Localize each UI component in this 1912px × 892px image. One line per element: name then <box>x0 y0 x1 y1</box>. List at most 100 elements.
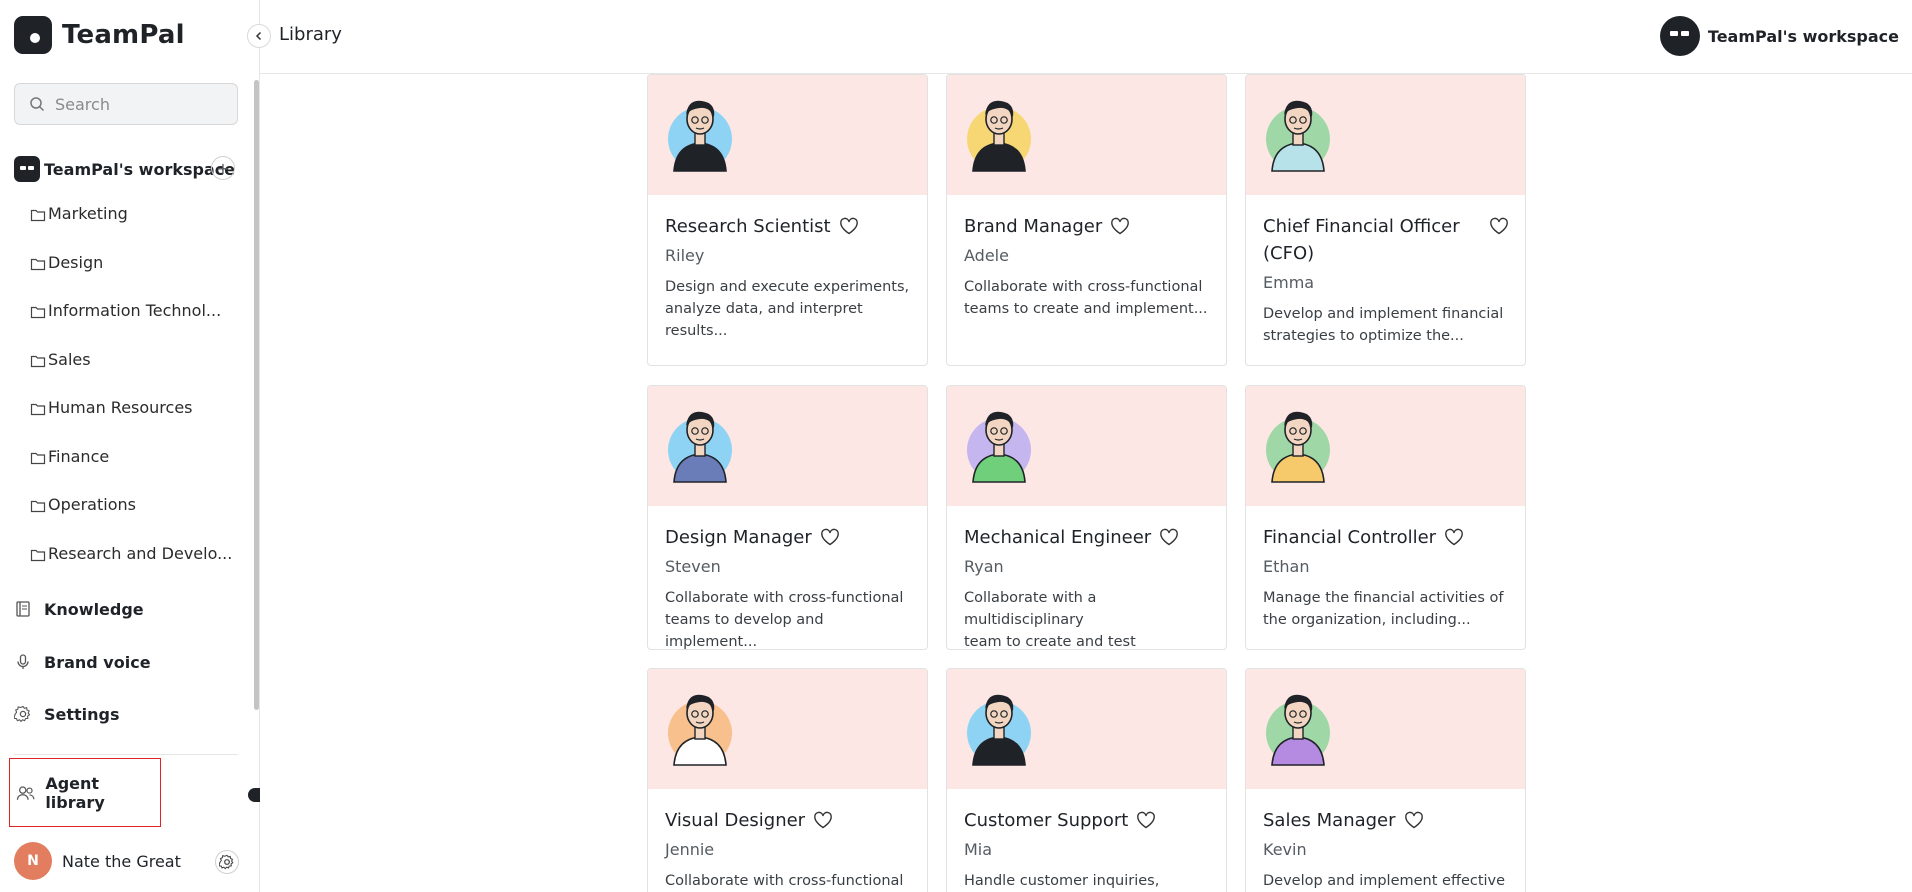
heart-icon[interactable] <box>820 528 840 546</box>
folder-item-sales[interactable]: Sales <box>30 350 240 399</box>
folder-icon <box>30 209 46 222</box>
heart-icon[interactable] <box>1489 217 1509 235</box>
agent-description-line: strategies to optimize the... <box>1263 328 1464 344</box>
sidebar: TeamPal TeamPal's workspace + Marketing … <box>0 0 260 892</box>
agent-description: Handle customer inquiries, <box>964 870 1210 892</box>
folder-label: Research and Develo... <box>48 543 233 563</box>
agent-card[interactable]: Sales Manager Kevin Develop and implemen… <box>1245 668 1526 892</box>
folder-list: Marketing Design Information Technol... … <box>30 204 240 592</box>
nav-knowledge[interactable]: Knowledge <box>14 595 238 623</box>
heart-icon[interactable] <box>1404 811 1424 829</box>
folder-label: Information Technol... <box>48 301 222 320</box>
agent-title: Visual Designer <box>665 810 806 831</box>
agent-card-banner <box>648 386 927 506</box>
user-settings-button[interactable] <box>215 850 239 874</box>
agent-description-line: Collaborate with cross-functional <box>964 279 1203 295</box>
folder-label: Sales <box>48 349 91 369</box>
agent-card-grid: Research Scientist Riley Design and exec… <box>647 74 1527 892</box>
agent-avatar <box>666 91 734 173</box>
agent-avatar <box>1264 402 1332 484</box>
agent-description-line: Collaborate with cross-functional <box>665 590 904 606</box>
agent-author: Jennie <box>665 840 715 859</box>
agent-card[interactable]: Research Scientist Riley Design and exec… <box>647 74 928 366</box>
folder-label: Human Resources <box>48 398 193 417</box>
agent-description: Design and execute experiments, analyze d… <box>665 276 911 342</box>
folder-label: Finance <box>48 446 110 466</box>
agent-author: Riley <box>665 246 705 265</box>
user-avatar: N <box>14 842 52 880</box>
search-icon <box>30 97 45 112</box>
user-name: Nate the Great <box>62 851 181 871</box>
agent-description-line: Design and execute experiments, <box>665 279 910 295</box>
search-input[interactable] <box>55 94 225 114</box>
nav-settings[interactable]: Settings <box>14 700 238 728</box>
agent-card-banner <box>1246 75 1525 195</box>
agent-card-banner <box>1246 669 1525 789</box>
agent-author: Ethan <box>1263 557 1310 576</box>
workspace-name: TeamPal's workspace <box>44 159 236 179</box>
folder-label: Design <box>48 252 104 272</box>
user-profile[interactable]: N Nate the Great <box>14 842 240 880</box>
folder-icon <box>30 549 46 561</box>
agent-title: Design Manager <box>665 527 812 548</box>
agent-card[interactable]: Mechanical Engineer Ryan Collaborate wit… <box>946 385 1227 650</box>
folder-icon <box>30 258 46 270</box>
agent-card-banner <box>648 669 927 789</box>
top-header: Library TeamPal's workspace <box>260 0 1912 74</box>
agent-description-line: Develop and implement financial <box>1263 306 1504 322</box>
nav-agent-library-label: Agent library <box>45 773 105 812</box>
agent-author: Mia <box>964 840 993 859</box>
folder-item-marketing[interactable]: Marketing <box>30 204 240 253</box>
agent-description-line: the organization, including... <box>1263 612 1471 628</box>
folder-item-design[interactable]: Design <box>30 253 240 302</box>
folder-item-finance[interactable]: Finance <box>30 447 240 496</box>
nav-agent-library[interactable]: Agent library <box>9 758 161 827</box>
folder-item-human-resources[interactable]: Human Resources <box>30 398 240 447</box>
agent-author: Ryan <box>964 557 1004 576</box>
agent-card[interactable]: Design Manager Steven Collaborate with c… <box>647 385 928 650</box>
folder-icon <box>30 500 46 513</box>
workspace-row[interactable]: TeamPal's workspace + <box>14 156 238 182</box>
agent-title: Brand Manager <box>964 216 1103 237</box>
heart-icon[interactable] <box>1444 528 1464 546</box>
agent-title: Mechanical Engineer <box>964 527 1152 548</box>
agent-description: Collaborate with cross-functional teams t… <box>665 587 911 649</box>
agent-card-banner <box>648 75 927 195</box>
agent-card[interactable]: Chief Financial Officer (CFO) Emma Devel… <box>1245 74 1526 366</box>
folder-item-operations[interactable]: Operations <box>30 495 240 544</box>
agent-title: Chief Financial Officer (CFO) <box>1263 216 1460 264</box>
agent-title: Financial Controller <box>1263 527 1437 548</box>
agent-description-line: team to create and test prototypes... <box>964 634 1136 650</box>
search-box[interactable] <box>14 83 238 125</box>
agent-card-banner <box>947 386 1226 506</box>
add-folder-button[interactable]: + <box>211 156 235 180</box>
agent-description-line: Collaborate with a multidisciplinary <box>964 590 1097 628</box>
workspace-switcher[interactable]: TeamPal's workspace <box>1659 16 1899 56</box>
folder-item-research-and-development[interactable]: Research and Develo... <box>30 544 240 593</box>
brand-name: TeamPal <box>62 20 185 50</box>
heart-icon[interactable] <box>1159 528 1179 546</box>
sidebar-resize-handle[interactable] <box>248 788 260 802</box>
agent-card[interactable]: Customer Support Mia Handle customer inq… <box>946 668 1227 892</box>
collapse-sidebar-button[interactable] <box>247 24 271 48</box>
sidebar-scrollbar[interactable] <box>254 80 259 710</box>
agent-title: Sales Manager <box>1263 810 1396 831</box>
agent-description-line: Manage the financial activities of <box>1263 590 1504 606</box>
heart-icon[interactable] <box>1136 811 1156 829</box>
heart-icon[interactable] <box>1110 217 1130 235</box>
agent-description-line: Collaborate with cross-functional <box>665 873 904 889</box>
folder-item-information-technology[interactable]: Information Technol... <box>30 301 240 350</box>
agent-card[interactable]: Visual Designer Jennie Collaborate with … <box>647 668 928 892</box>
nav-brand-voice[interactable]: Brand voice <box>14 648 238 676</box>
agent-author: Steven <box>665 557 721 576</box>
heart-icon[interactable] <box>813 811 833 829</box>
agent-title: Customer Support <box>964 810 1129 831</box>
agent-card[interactable]: Brand Manager Adele Collaborate with cro… <box>946 74 1227 366</box>
gear-icon <box>219 854 234 870</box>
microphone-icon <box>17 654 29 669</box>
agent-card[interactable]: Financial Controller Ethan Manage the fi… <box>1245 385 1526 650</box>
agent-description: Collaborate with a multidisciplinary team… <box>964 587 1210 650</box>
gear-icon <box>14 705 31 723</box>
brand[interactable]: TeamPal <box>14 16 185 54</box>
heart-icon[interactable] <box>839 217 859 235</box>
